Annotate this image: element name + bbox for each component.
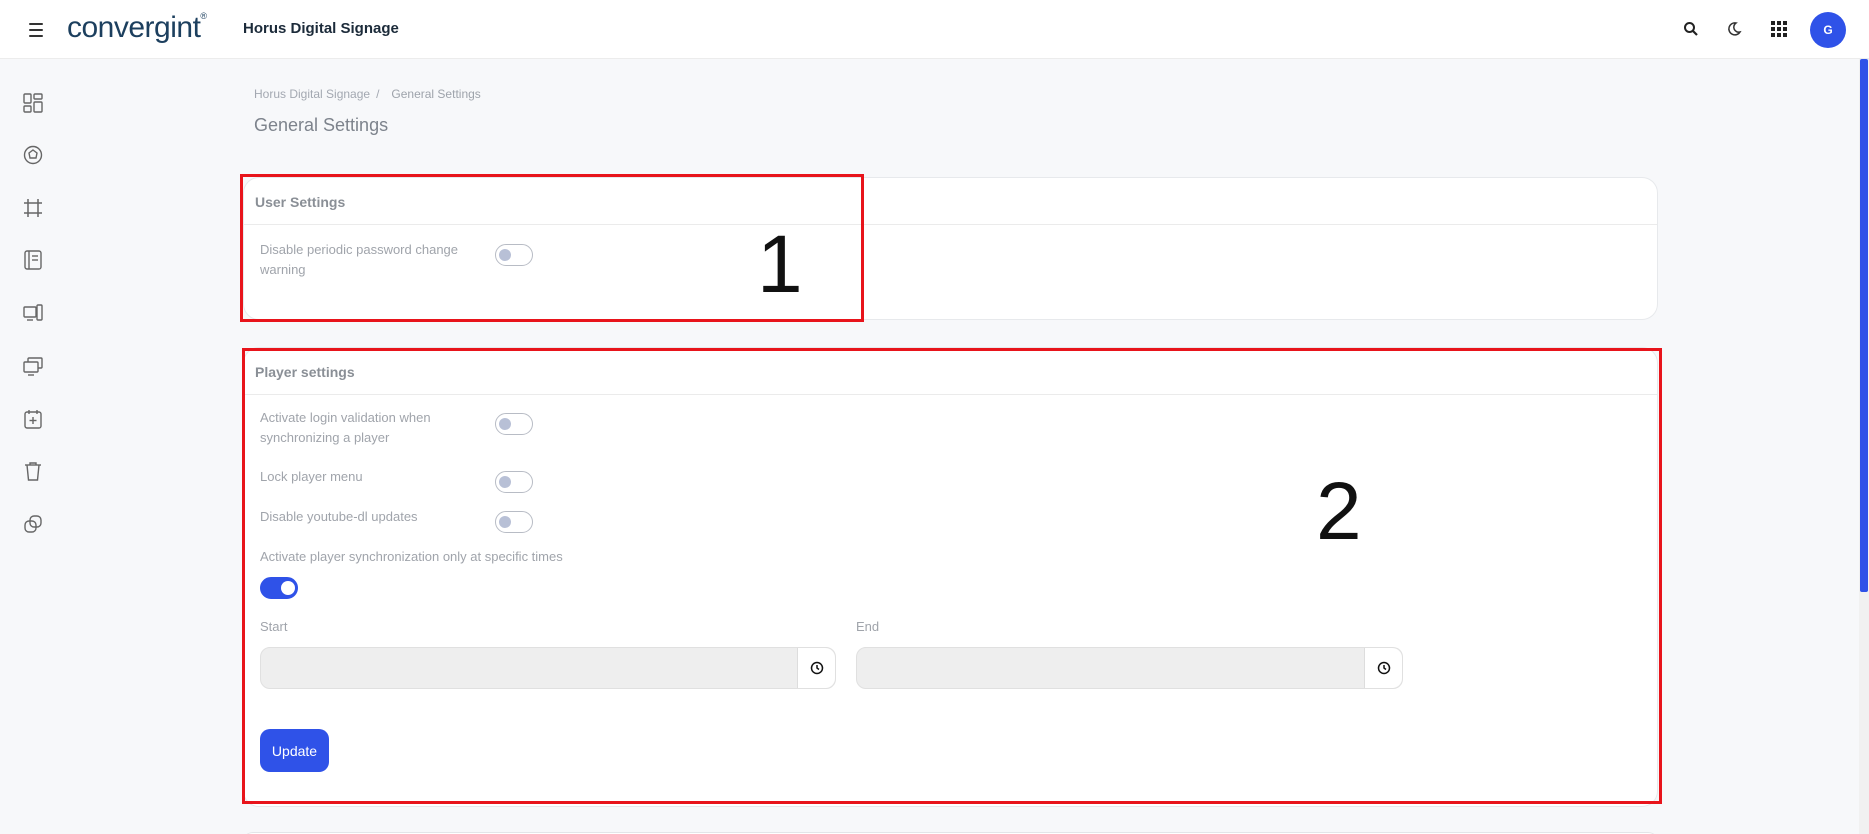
start-label: Start [260, 619, 288, 634]
user-settings-title: User Settings [244, 178, 1657, 225]
page-title: General Settings [254, 115, 389, 135]
start-time-input[interactable] [261, 648, 791, 688]
sidebar [0, 59, 68, 834]
end-clock-button[interactable] [1364, 648, 1402, 688]
devices-icon[interactable] [22, 302, 46, 326]
avatar[interactable]: G [1810, 12, 1846, 48]
content-icon[interactable] [22, 249, 46, 273]
end-time-input[interactable] [857, 648, 1362, 688]
sync-specific-times-label: Activate player synchronization only at … [260, 549, 563, 564]
disable-youtube-dl-toggle[interactable] [495, 511, 533, 533]
hamburger-menu-icon[interactable] [27, 19, 45, 39]
search-icon[interactable] [1679, 17, 1703, 41]
login-validation-toggle[interactable] [495, 413, 533, 435]
dashboard-icon[interactable] [22, 92, 46, 116]
breadcrumb-separator: / [376, 87, 380, 101]
breadcrumb-root-link[interactable]: Horus Digital Signage [254, 87, 370, 101]
layout-icon[interactable] [22, 197, 46, 221]
sync-specific-times-toggle[interactable] [260, 577, 298, 599]
top-bar: convergint® Horus Digital Signage G [0, 0, 1869, 59]
convergint-logo[interactable]: convergint® [67, 11, 207, 45]
start-clock-button[interactable] [797, 648, 835, 688]
breadcrumb-current: General Settings [391, 87, 481, 101]
disable-password-warning-label: Disable periodic password change warning [260, 242, 459, 277]
start-time-field[interactable] [260, 647, 836, 689]
disable-youtube-dl-label: Disable youtube-dl updates [260, 509, 418, 524]
moon-icon[interactable] [1722, 17, 1746, 41]
login-validation-label: Activate login validation when synchroni… [260, 410, 431, 445]
clock-icon [810, 661, 823, 675]
annotation-number-2: 2 [1316, 466, 1362, 557]
lock-player-menu-toggle[interactable] [495, 471, 533, 493]
trash-icon[interactable] [22, 460, 46, 484]
player-settings-title: Player settings [244, 348, 1657, 395]
breadcrumb: Horus Digital Signage / General Settings [254, 87, 481, 101]
screens-icon[interactable] [22, 355, 46, 379]
end-label: End [856, 619, 880, 634]
apps-grid-icon[interactable] [1767, 17, 1791, 41]
end-time-field[interactable] [856, 647, 1403, 689]
clock-icon [1377, 661, 1390, 675]
annotation-number-1: 1 [757, 219, 803, 310]
lock-player-menu-label: Lock player menu [260, 469, 363, 484]
update-button[interactable]: Update [260, 729, 329, 772]
assets-icon[interactable] [22, 144, 46, 168]
links-icon[interactable] [22, 513, 46, 537]
app-title: Horus Digital Signage [243, 20, 399, 37]
schedule-icon[interactable] [22, 408, 46, 432]
disable-password-warning-toggle[interactable] [495, 244, 533, 266]
scrollbar-thumb[interactable] [1860, 59, 1868, 592]
